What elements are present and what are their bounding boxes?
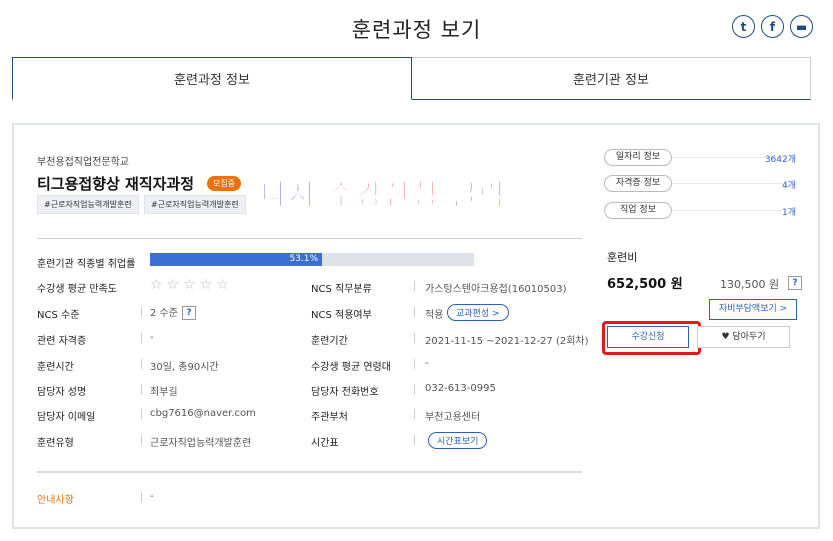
cert-value: - bbox=[150, 332, 154, 343]
age-label: 수강생 평균 연령대 bbox=[311, 362, 391, 373]
manager-value: 최부길 bbox=[150, 387, 178, 398]
hours-label: 훈련시간 bbox=[37, 362, 74, 373]
job-info-count[interactable]: 3642개 bbox=[765, 152, 796, 165]
annotation-overlay: 다시 수강신청 클릭 bbox=[261, 178, 507, 212]
status-badge: 모집중 bbox=[207, 176, 242, 191]
period-value: 2021-11-15 ~2021-12-27 (2회차) bbox=[425, 336, 589, 347]
employment-bar-fill: 53.1% bbox=[150, 253, 323, 266]
ncs-level: 2 수준? bbox=[150, 304, 196, 320]
curriculum-button[interactable]: 교과편성 > bbox=[447, 304, 509, 321]
cert-info-count[interactable]: 4개 bbox=[782, 178, 796, 191]
divider bbox=[37, 471, 582, 473]
save-button[interactable]: ♥ 담아두기 bbox=[697, 326, 790, 348]
occupation-info-button[interactable]: 직업 정보 bbox=[604, 202, 672, 219]
cert-info-button[interactable]: 자격증 정보 bbox=[604, 175, 672, 192]
occupation-info-count[interactable]: 1개 bbox=[782, 205, 796, 218]
course-title: 티그용접향상 재직자과정 bbox=[37, 175, 195, 193]
email-label: 담당자 이메일 bbox=[37, 412, 96, 423]
manager-label: 담당자 성명 bbox=[37, 387, 87, 398]
ncs-category-value: 가스텅스텐아크용접(16010503) bbox=[425, 284, 567, 295]
type-label: 훈련유형 bbox=[37, 438, 74, 449]
self-pay-amount: 130,500 원 bbox=[720, 278, 780, 291]
employment-label: 훈련기관 직종별 취업률 bbox=[37, 259, 136, 270]
course-card: 부천용접직업전문학교 티그용접향상 재직자과정 모집중 #근로자직업능력개발훈련… bbox=[12, 123, 820, 529]
self-pay-button[interactable]: 자비부담액보기 > bbox=[709, 299, 797, 320]
ncs-category-label: NCS 직무분류 bbox=[311, 284, 372, 295]
page-title: 훈련과정 보기 bbox=[351, 18, 482, 42]
tab-course-info[interactable]: 훈련과정 정보 bbox=[12, 57, 412, 100]
timetable-label: 시간표 bbox=[311, 438, 339, 449]
org-name: 부천용접직업전문학교 bbox=[37, 157, 129, 168]
dept-value: 부천고용센터 bbox=[425, 412, 481, 423]
cert-label: 관련 자격증 bbox=[37, 336, 87, 347]
apply-button[interactable]: 수강신청 bbox=[607, 326, 689, 348]
timetable-button[interactable]: 시간표보기 bbox=[428, 432, 488, 449]
tab-bar: 훈련과정 정보 훈련기관 정보 bbox=[12, 57, 811, 100]
phone-label: 담당자 전화번호 bbox=[311, 387, 379, 398]
tab-institution-info[interactable]: 훈련기관 정보 bbox=[412, 57, 811, 100]
hours-value: 30일, 총90시간 bbox=[150, 362, 219, 373]
help-icon[interactable]: ? bbox=[181, 306, 196, 320]
share-bar: t f ▬ bbox=[732, 15, 813, 38]
employment-rate: 53.1% bbox=[289, 254, 319, 264]
phone-value: 032-613-0995 bbox=[425, 383, 496, 394]
help-icon[interactable]: ? bbox=[788, 276, 802, 290]
dept-label: 주관부처 bbox=[311, 412, 348, 423]
facebook-icon[interactable]: f bbox=[761, 15, 784, 38]
fee-amount: 652,500 원 bbox=[607, 277, 683, 292]
satisfaction-label: 수강생 평균 만족도 bbox=[37, 284, 117, 295]
tag[interactable]: #근로자직업능력개발훈련 bbox=[37, 195, 139, 214]
notice-value: - bbox=[150, 491, 154, 502]
employment-bar: 53.1% bbox=[150, 253, 474, 266]
type-value: 근로자직업능력개발훈련 bbox=[150, 438, 252, 449]
tag[interactable]: #근로자직업능력개발훈련 bbox=[144, 195, 246, 214]
twitter-icon[interactable]: t bbox=[732, 15, 755, 38]
job-info-button[interactable]: 일자리 정보 bbox=[604, 149, 672, 166]
notice-label: 안내사항 bbox=[37, 495, 74, 506]
ncs-apply-value: 적용 bbox=[425, 310, 444, 321]
fee-label: 훈련비 bbox=[607, 251, 638, 264]
print-icon[interactable]: ▬ bbox=[790, 15, 813, 38]
ncs-apply-label: NCS 적용여부 bbox=[311, 310, 372, 321]
ncs-level-label: NCS 수준 bbox=[37, 310, 80, 321]
age-value: - bbox=[425, 358, 429, 369]
divider bbox=[37, 238, 582, 239]
star-rating-icon: ☆☆☆☆☆ bbox=[150, 277, 233, 293]
period-label: 훈련기간 bbox=[311, 336, 348, 347]
email-value: cbg7616@naver.com bbox=[150, 408, 256, 419]
